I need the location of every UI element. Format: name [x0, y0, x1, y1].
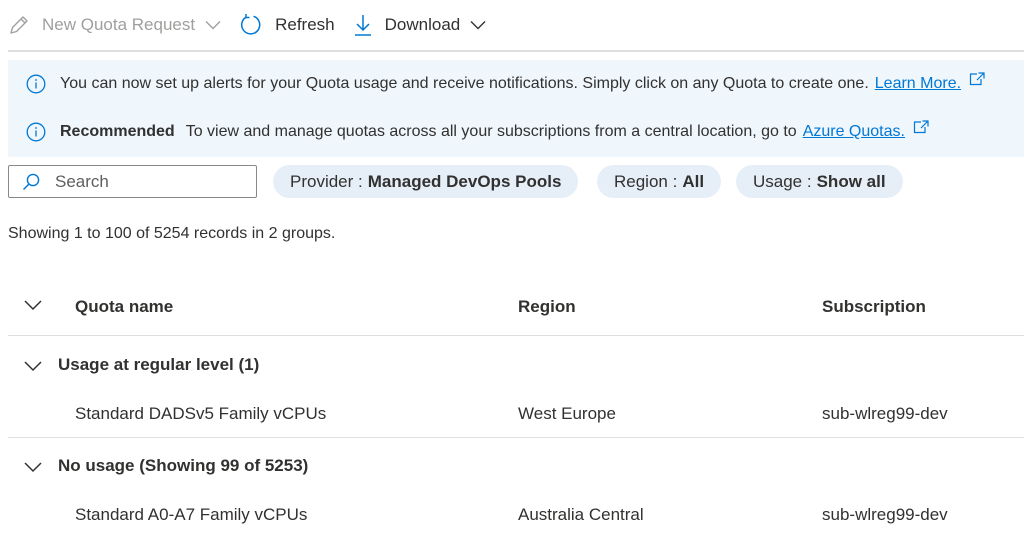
new-quota-request-label: New Quota Request [42, 15, 196, 34]
pencil-icon [8, 14, 30, 36]
recommended-info-line: Recommended To view and manage quotas ac… [26, 120, 929, 142]
refresh-icon [239, 13, 263, 37]
external-link-icon [969, 72, 985, 86]
info-banner: You can now set up alerts for your Quota… [8, 60, 1024, 157]
column-header-region[interactable]: Region [518, 297, 576, 317]
info-icon [26, 74, 46, 94]
chevron-down-icon [205, 20, 221, 30]
search-icon [21, 172, 41, 192]
column-header-subscription[interactable]: Subscription [822, 297, 926, 317]
collapse-group-chevron-icon[interactable] [24, 461, 42, 473]
download-icon [353, 13, 373, 37]
usage-filter-key: Usage : [753, 171, 812, 191]
download-button[interactable]: Download [353, 5, 487, 45]
region-cell: West Europe [518, 404, 616, 423]
azure-quotas-link[interactable]: Azure Quotas. [803, 123, 905, 141]
expand-all-chevron-icon[interactable] [24, 299, 42, 311]
search-box[interactable] [8, 165, 257, 198]
command-bar: New Quota Request Refresh Download [8, 0, 1024, 52]
column-header-quota-name[interactable]: Quota name [75, 297, 173, 317]
refresh-label: Refresh [275, 15, 335, 34]
alerts-info-line: You can now set up alerts for your Quota… [26, 72, 985, 94]
provider-filter-key: Provider : [290, 171, 363, 191]
learn-more-link[interactable]: Learn More. [875, 75, 961, 93]
grid-header: Quota name Region Subscription [8, 278, 1024, 336]
search-input[interactable] [55, 171, 235, 192]
subscription-cell: sub-wlreg99-dev [822, 505, 948, 524]
new-quota-request-button[interactable]: New Quota Request [8, 5, 221, 45]
recommended-text: To view and manage quotas across all you… [185, 123, 797, 140]
recommended-label: Recommended [60, 123, 175, 140]
region-filter-value: All [682, 171, 705, 191]
group-label: No usage (Showing 99 of 5253) [58, 456, 309, 475]
info-icon [26, 122, 46, 142]
subscription-cell: sub-wlreg99-dev [822, 404, 948, 423]
region-filter-key: Region : [614, 171, 678, 191]
usage-filter-pill[interactable]: Usage : Show all [736, 165, 903, 198]
table-row[interactable]: Standard DADSv5 Family vCPUs West Europe… [8, 386, 1024, 438]
chevron-down-icon [470, 20, 486, 30]
table-row[interactable]: Standard A0-A7 Family vCPUs Australia Ce… [8, 487, 1024, 538]
region-cell: Australia Central [518, 505, 644, 524]
alerts-text: You can now set up alerts for your Quota… [60, 75, 869, 92]
download-label: Download [384, 15, 461, 34]
refresh-button[interactable]: Refresh [239, 5, 335, 45]
external-link-icon [913, 120, 929, 134]
group-label: Usage at regular level (1) [58, 355, 260, 374]
quota-name-cell: Standard DADSv5 Family vCPUs [75, 404, 327, 423]
collapse-group-chevron-icon[interactable] [24, 360, 42, 372]
group-header-row[interactable]: No usage (Showing 99 of 5253) [8, 443, 1024, 491]
region-filter-pill[interactable]: Region : All [597, 165, 722, 198]
records-summary: Showing 1 to 100 of 5254 records in 2 gr… [8, 225, 336, 242]
group-header-row[interactable]: Usage at regular level (1) [8, 342, 1024, 390]
quota-name-cell: Standard A0-A7 Family vCPUs [75, 505, 308, 524]
usage-filter-value: Show all [816, 171, 886, 191]
provider-filter-pill[interactable]: Provider : Managed DevOps Pools [273, 165, 579, 198]
provider-filter-value: Managed DevOps Pools [367, 171, 562, 191]
